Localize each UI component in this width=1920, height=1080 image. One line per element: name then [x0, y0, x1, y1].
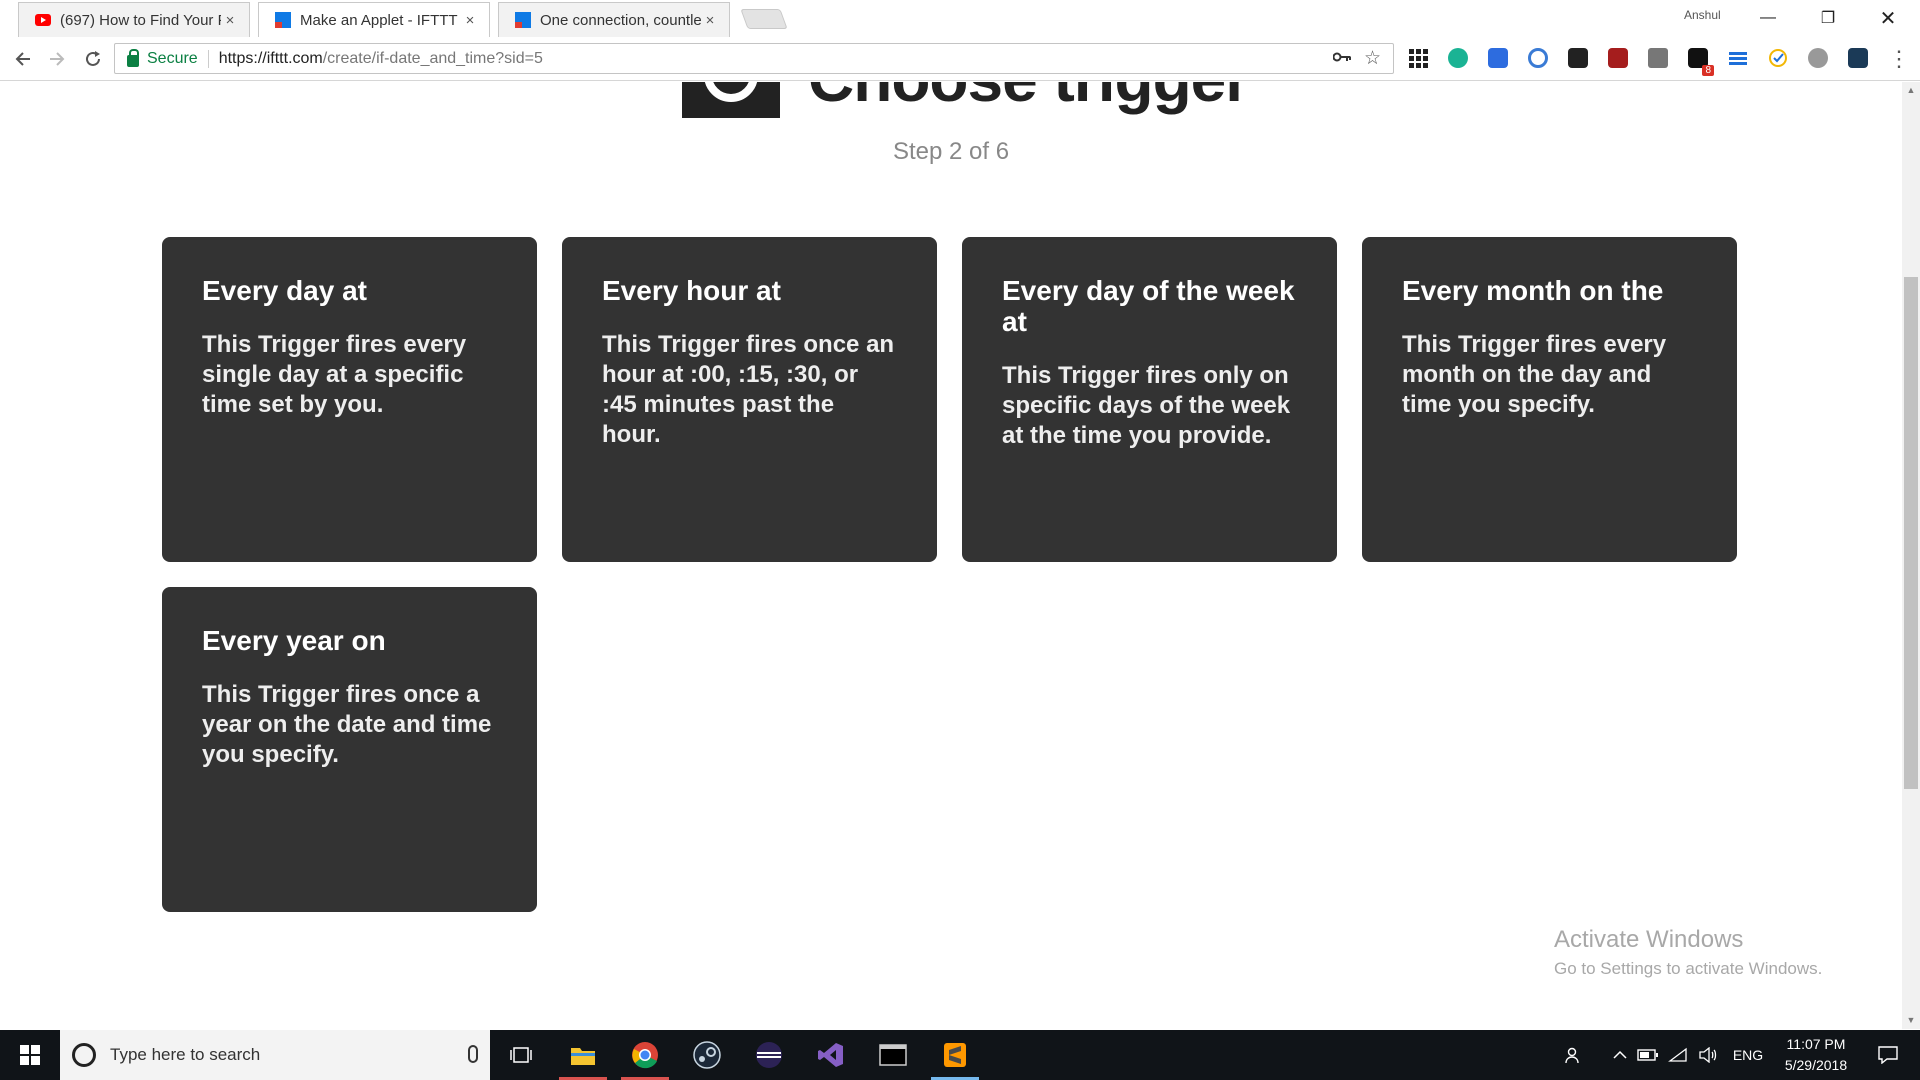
show-hidden-icons-chevron-icon[interactable]: [1610, 1030, 1630, 1080]
page-title: Choose trigger: [808, 82, 1250, 116]
tab-close-icon[interactable]: ×: [221, 12, 239, 29]
cortana-icon: [72, 1043, 96, 1067]
chrome-icon[interactable]: [616, 1030, 674, 1080]
tab-close-icon[interactable]: ×: [461, 12, 479, 29]
trigger-card-every-day[interactable]: Every day at This Trigger fires every si…: [162, 237, 537, 562]
page-viewport: Choose trigger Step 2 of 6 Every day at …: [0, 82, 1902, 1029]
tab-title: Make an Applet - IFTTT: [300, 11, 458, 29]
browser-tab-strip: (697) How to Find Your P × Make an Apple…: [0, 0, 1920, 37]
blue-wave-extension-icon[interactable]: [1528, 48, 1548, 68]
react-extension-icon[interactable]: [1848, 48, 1868, 68]
browser-tab-ifttt-active[interactable]: Make an Applet - IFTTT ×: [258, 2, 490, 37]
steam-icon[interactable]: [678, 1030, 736, 1080]
check-extension-icon[interactable]: [1768, 48, 1788, 68]
action-center-icon[interactable]: [1868, 1030, 1908, 1080]
taskbar-search-placeholder: Type here to search: [110, 1045, 261, 1064]
blue-window-extension-icon[interactable]: [1488, 48, 1508, 68]
people-icon[interactable]: [1562, 1030, 1586, 1080]
url-path: /create/if-date_and_time?sid=5: [322, 49, 543, 67]
sublime-text-icon[interactable]: [926, 1030, 984, 1080]
wifi-icon[interactable]: [1666, 1030, 1690, 1080]
amazon-extension-icon[interactable]: 8: [1688, 48, 1714, 76]
task-view-icon[interactable]: [492, 1030, 550, 1080]
volume-icon[interactable]: [1696, 1030, 1720, 1080]
back-arrow-icon[interactable]: [10, 46, 36, 72]
trigger-card-description: This Trigger fires only on specific days…: [1002, 362, 1291, 449]
eclipse-icon[interactable]: [740, 1030, 798, 1080]
trigger-card-title: Every hour at: [602, 275, 781, 306]
taskbar-clock-date[interactable]: 5/29/2018: [1776, 1057, 1856, 1073]
trigger-card-every-year[interactable]: Every year on This Trigger fires once a …: [162, 587, 537, 912]
browser-tab-youtube[interactable]: (697) How to Find Your P ×: [18, 2, 250, 37]
trigger-card-every-month[interactable]: Every month on the This Trigger fires ev…: [1362, 237, 1737, 562]
reload-icon[interactable]: [80, 46, 106, 72]
visual-studio-icon[interactable]: [802, 1030, 860, 1080]
minimize-window-button[interactable]: —: [1746, 4, 1790, 32]
trigger-card-every-day-of-week[interactable]: Every day of the week at This Trigger fi…: [962, 237, 1337, 562]
forward-arrow-icon[interactable]: [44, 46, 70, 72]
camera-extension-icon[interactable]: [1648, 48, 1668, 68]
taskbar-search-box[interactable]: Type here to search: [60, 1030, 490, 1080]
teal-circle-extension-icon[interactable]: [1448, 48, 1468, 68]
trigger-card-title: Every month on the: [1402, 275, 1664, 306]
stack-extension-icon[interactable]: [1728, 48, 1748, 68]
trigger-card-title: Every day at: [202, 275, 367, 306]
trigger-card-title: Every year on: [202, 625, 386, 656]
ifttt-favicon-icon: [275, 12, 291, 28]
tab-title: One connection, countles: [540, 11, 701, 29]
dark-glasses-extension-icon[interactable]: [1568, 48, 1588, 68]
lock-icon: [127, 48, 139, 67]
bookmark-star-icon[interactable]: ☆: [1364, 47, 1381, 70]
browser-toolbar: Secure https://ifttt.com /create/if-date…: [0, 37, 1920, 81]
url-divider: [207, 49, 209, 68]
microphone-icon[interactable]: [468, 1045, 478, 1063]
scroll-down-arrow-icon[interactable]: ▼: [1902, 1012, 1920, 1029]
extension-badge: 8: [1702, 65, 1714, 76]
new-tab-button[interactable]: [740, 9, 788, 29]
trigger-service-logo: [682, 82, 780, 118]
clock-icon: [704, 82, 758, 102]
browser-menu-icon[interactable]: ⋮: [1888, 46, 1910, 72]
input-language-indicator[interactable]: ENG: [1728, 1030, 1768, 1080]
trigger-card-title: Every day of the week at: [1002, 275, 1295, 337]
activate-windows-subtitle: Go to Settings to activate Windows.: [1554, 959, 1823, 978]
windows-logo-icon: [20, 1045, 40, 1065]
page-scrollbar[interactable]: ▲ ▼: [1902, 82, 1920, 1029]
activate-windows-title: Activate Windows: [1554, 926, 1744, 953]
start-button[interactable]: [0, 1030, 60, 1080]
profile-name[interactable]: Anshul: [1684, 8, 1721, 22]
secure-label: Secure: [147, 49, 198, 67]
address-bar[interactable]: Secure https://ifttt.com /create/if-date…: [114, 43, 1394, 74]
terminal-icon[interactable]: [864, 1030, 922, 1080]
globe-extension-icon[interactable]: [1808, 48, 1828, 68]
apps-grid-icon[interactable]: [1408, 48, 1428, 68]
taskbar-clock-time[interactable]: 11:07 PM: [1781, 1036, 1851, 1052]
close-window-button[interactable]: ✕: [1866, 4, 1910, 32]
tab-close-icon[interactable]: ×: [701, 12, 719, 29]
step-indicator: Step 2 of 6: [892, 138, 1010, 165]
restore-window-button[interactable]: ❐: [1806, 4, 1850, 32]
file-explorer-icon[interactable]: [554, 1030, 612, 1080]
trigger-card-every-hour[interactable]: Every hour at This Trigger fires once an…: [562, 237, 937, 562]
mv-extension-icon[interactable]: [1608, 48, 1628, 68]
tab-title: (697) How to Find Your P: [60, 11, 221, 29]
browser-tab-ifttt[interactable]: One connection, countles ×: [498, 2, 730, 37]
battery-icon[interactable]: [1636, 1030, 1660, 1080]
scroll-up-arrow-icon[interactable]: ▲: [1902, 82, 1920, 99]
scrollbar-thumb[interactable]: [1904, 277, 1918, 789]
url-host: https://ifttt.com: [218, 49, 323, 67]
trigger-card-description: This Trigger fires every month on the da…: [1402, 331, 1667, 418]
windows-taskbar: Type here to search ENG 11:07 PM 5/29/20…: [0, 1030, 1920, 1080]
youtube-favicon-icon: [35, 12, 51, 28]
trigger-card-description: This Trigger fires once an hour at :00, …: [602, 331, 895, 448]
ifttt-favicon-icon: [515, 12, 531, 28]
trigger-card-description: This Trigger fires every single day at a…: [202, 331, 467, 418]
trigger-card-description: This Trigger fires once a year on the da…: [202, 681, 492, 768]
key-icon[interactable]: [1332, 50, 1351, 67]
